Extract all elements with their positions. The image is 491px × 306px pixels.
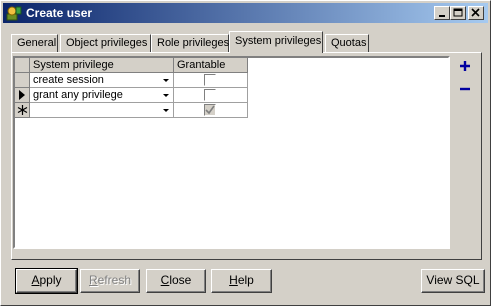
privilege-cell[interactable]: grant any privilege — [30, 88, 174, 103]
grantable-cell — [174, 103, 248, 118]
grantable-cell — [174, 88, 248, 103]
privilege-value: grant any privilege — [33, 89, 123, 101]
minimize-icon — [439, 15, 445, 17]
apply-button[interactable]: Apply — [15, 268, 78, 294]
privilege-value: create session — [33, 74, 104, 86]
window-title: Create user — [26, 6, 93, 20]
help-label: elp — [237, 273, 254, 287]
help-accel: H — [229, 273, 238, 287]
chevron-down-icon[interactable] — [160, 104, 172, 116]
new-row-asterisk-icon — [17, 105, 28, 115]
close-dialog-button[interactable]: Close — [146, 269, 206, 293]
grantable-cell — [174, 73, 248, 88]
plus-icon[interactable] — [457, 58, 473, 74]
maximize-icon — [453, 8, 463, 17]
column-header-system-privilege[interactable]: System privilege — [30, 58, 174, 73]
row-indicator[interactable] — [15, 88, 30, 103]
maximize-button[interactable] — [450, 6, 466, 20]
close-button[interactable] — [468, 6, 484, 20]
grantable-checkbox[interactable] — [204, 74, 216, 86]
apply-label: pply — [39, 273, 62, 287]
help-button[interactable]: Help — [211, 269, 272, 293]
chevron-down-icon[interactable] — [160, 89, 172, 101]
minus-icon[interactable] — [457, 81, 473, 97]
tab-role-privileges[interactable]: Role privileges — [151, 34, 229, 52]
close-label: lose — [169, 273, 192, 287]
refresh-accel: R — [88, 273, 98, 287]
column-header-grantable[interactable]: Grantable — [174, 58, 248, 73]
row-indicator[interactable] — [15, 103, 30, 118]
view-sql-button[interactable]: View SQL — [421, 269, 485, 293]
row-indicator[interactable] — [15, 73, 30, 88]
current-row-arrow-icon — [19, 90, 25, 100]
chevron-down-icon[interactable] — [160, 74, 172, 86]
refresh-label: efresh — [97, 273, 132, 287]
grantable-checkbox[interactable] — [204, 89, 216, 101]
app-icon — [6, 6, 22, 21]
grid-header-row: System privilege Grantable — [15, 58, 448, 73]
table-row-new[interactable] — [15, 103, 448, 118]
checkmark-icon — [205, 105, 215, 115]
minimize-button[interactable] — [434, 6, 450, 20]
privileges-grid[interactable]: System privilege Grantable create sessio… — [13, 56, 450, 249]
tab-object-privileges[interactable]: Object privileges — [60, 34, 151, 52]
privilege-cell[interactable] — [30, 103, 174, 118]
tab-general[interactable]: General — [11, 34, 58, 52]
grantable-checkbox[interactable] — [204, 104, 216, 116]
close-icon — [471, 8, 480, 17]
privilege-cell[interactable]: create session — [30, 73, 174, 88]
header-corner — [15, 58, 30, 73]
table-row[interactable]: grant any privilege — [15, 88, 448, 103]
tab-quotas[interactable]: Quotas — [325, 34, 369, 52]
create-user-window: Create user General Object privileges Ro… — [0, 0, 491, 306]
title-bar[interactable]: Create user — [3, 3, 488, 23]
table-row[interactable]: create session — [15, 73, 448, 88]
apply-accel: A — [31, 273, 40, 287]
refresh-button[interactable]: Refresh — [80, 269, 140, 293]
privilege-value — [30, 104, 33, 116]
tab-system-privileges[interactable]: System privileges — [229, 31, 323, 53]
